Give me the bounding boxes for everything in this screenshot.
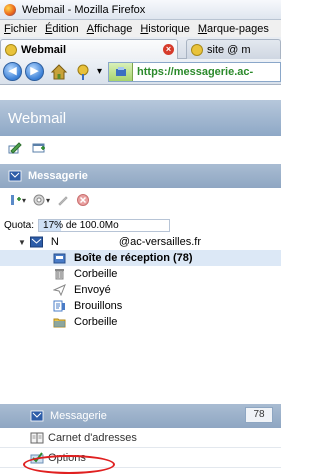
messagerie-icon bbox=[30, 410, 44, 422]
gear-icon bbox=[33, 194, 45, 206]
account-row[interactable]: ▼ N @ac-versailles.fr bbox=[0, 234, 281, 250]
sent-icon bbox=[53, 284, 66, 296]
new-window-icon[interactable] bbox=[32, 141, 46, 155]
menu-marque-pages[interactable]: Marque-pages bbox=[194, 23, 273, 35]
chevron-down-icon: ▾ bbox=[46, 195, 51, 205]
app-title: Webmail bbox=[8, 109, 67, 127]
messagerie-panel-button[interactable]: Messagerie 78 bbox=[0, 404, 281, 428]
folder-drafts-label: Brouillons bbox=[74, 300, 123, 312]
forward-button[interactable]: ▶ bbox=[25, 62, 44, 81]
folder-sent[interactable]: Envoyé bbox=[0, 282, 281, 298]
tab-webmail[interactable]: Webmail × bbox=[0, 39, 178, 59]
messagerie-header[interactable]: Messagerie bbox=[0, 164, 281, 188]
add-folder-icon bbox=[11, 195, 21, 205]
menu-affichage[interactable]: Affichage bbox=[83, 23, 137, 35]
drafts-icon bbox=[53, 300, 65, 312]
menu-historique[interactable]: Historique bbox=[136, 23, 194, 35]
site-icon bbox=[191, 43, 203, 56]
messagerie-title: Messagerie bbox=[28, 170, 88, 182]
tab-site-label: site @ m bbox=[207, 43, 251, 56]
site-identity-icon[interactable] bbox=[109, 62, 134, 81]
settings-button[interactable]: ▾ bbox=[32, 193, 50, 207]
home-icon[interactable] bbox=[50, 63, 68, 81]
site-icon bbox=[5, 43, 17, 56]
add-folder-button[interactable]: ▾ bbox=[8, 193, 26, 207]
quota-row: Quota: 17% de 100.0Mo bbox=[0, 216, 281, 234]
inbox-icon bbox=[53, 253, 66, 264]
top-toolbar bbox=[0, 136, 281, 160]
address-book-label: Carnet d'adresses bbox=[48, 431, 137, 444]
address-book-icon bbox=[30, 432, 44, 443]
folder-trash-2[interactable]: Corbeille bbox=[0, 314, 281, 330]
folder-trash[interactable]: Corbeille bbox=[0, 266, 281, 282]
folder-toolbar: ▾ ▾ bbox=[0, 188, 281, 212]
folder-sent-label: Envoyé bbox=[74, 284, 111, 296]
account-icon bbox=[29, 236, 43, 248]
firefox-icon bbox=[4, 3, 16, 16]
tab-bar: Webmail × site @ m bbox=[0, 37, 281, 59]
folder-trash-2-label: Corbeille bbox=[74, 316, 118, 328]
quota-label: Quota: bbox=[4, 219, 35, 231]
url-bar[interactable]: https://messagerie.ac- bbox=[108, 61, 281, 82]
bookmark-icon[interactable] bbox=[74, 63, 92, 81]
quota-progress-bar: 17% de 100.0Mo bbox=[38, 218, 171, 232]
delete-icon[interactable] bbox=[76, 193, 90, 207]
unread-count-badge: 78 bbox=[245, 407, 273, 423]
folder-icon bbox=[53, 318, 66, 328]
back-button[interactable]: ◀ bbox=[3, 62, 22, 81]
edit-icon[interactable] bbox=[56, 193, 70, 207]
highlight-ring bbox=[23, 455, 115, 474]
menu-edition[interactable]: Édition bbox=[41, 23, 83, 35]
close-tab-icon[interactable]: × bbox=[163, 44, 174, 55]
folder-trash-label: Corbeille bbox=[74, 268, 118, 280]
expand-twisty-icon[interactable]: ▼ bbox=[18, 238, 26, 247]
navigation-toolbar: ◀ ▶ ▾ https://messagerie.ac- bbox=[0, 59, 281, 85]
compose-icon[interactable] bbox=[8, 141, 22, 155]
window-titlebar: Webmail - Mozilla Firefox bbox=[0, 0, 281, 20]
quota-text: 17% de 100.0Mo bbox=[43, 219, 119, 231]
trash-icon bbox=[55, 269, 64, 280]
address-book-button[interactable]: Carnet d'adresses bbox=[0, 428, 281, 448]
folder-drafts[interactable]: Brouillons bbox=[0, 298, 281, 314]
tab-webmail-label: Webmail bbox=[21, 43, 67, 56]
window-title: Webmail - Mozilla Firefox bbox=[22, 3, 146, 16]
folder-inbox-label: Boîte de réception (78) bbox=[74, 252, 193, 264]
chevron-down-icon: ▾ bbox=[22, 195, 27, 205]
app-header: Webmail bbox=[0, 100, 281, 136]
folder-tree: ▼ N @ac-versailles.fr Boîte de réception… bbox=[0, 234, 281, 330]
dropdown-icon[interactable]: ▾ bbox=[97, 66, 102, 77]
menubar: Fichier Édition Affichage Historique Mar… bbox=[0, 20, 281, 37]
folder-inbox[interactable]: Boîte de réception (78) bbox=[0, 250, 281, 266]
url-text: https://messagerie.ac- bbox=[137, 65, 254, 78]
account-prefix: N bbox=[50, 236, 59, 248]
menu-fichier[interactable]: Fichier bbox=[0, 23, 41, 35]
account-domain: @ac-versailles.fr bbox=[118, 236, 201, 248]
messagerie-panel-label: Messagerie bbox=[50, 410, 107, 422]
messagerie-icon bbox=[8, 170, 22, 182]
tab-site[interactable]: site @ m bbox=[186, 39, 281, 59]
